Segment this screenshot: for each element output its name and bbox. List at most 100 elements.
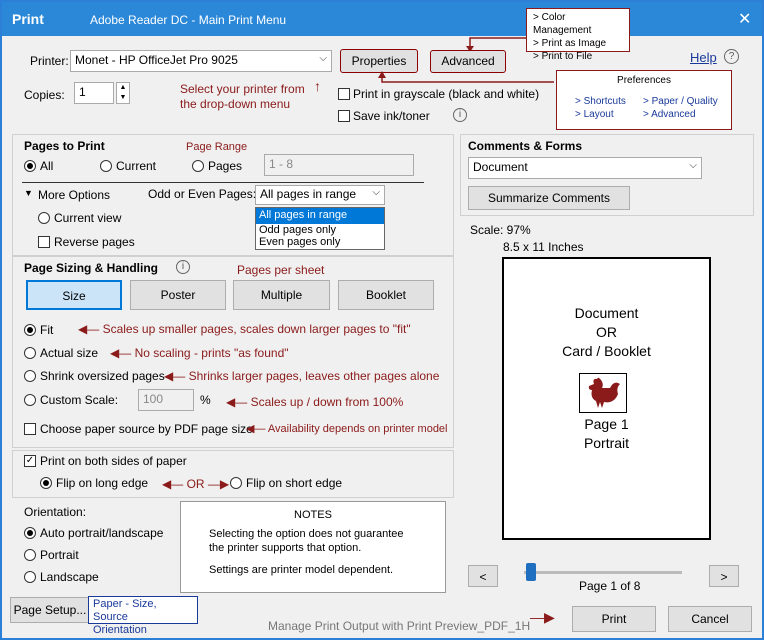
preview-text: Document	[574, 305, 639, 321]
portrait-radio[interactable]	[24, 549, 36, 561]
pages-range-radio[interactable]	[192, 160, 204, 172]
preferences-item: > Paper / Quality	[643, 96, 718, 107]
callout-line: > Color Management	[533, 12, 592, 36]
summarize-comments-button[interactable]: Summarize Comments	[468, 186, 630, 210]
size-button[interactable]: Size	[26, 280, 122, 310]
short-edge-radio[interactable]	[230, 477, 242, 489]
page-setup-button[interactable]: Page Setup...	[10, 597, 90, 623]
pages-range-label: Pages	[208, 159, 243, 173]
close-icon[interactable]: ✕	[738, 9, 751, 29]
paper-source-annotation: ◀— Availability depends on printer model	[246, 423, 448, 435]
annotation-text: Availability depends on printer model	[267, 423, 448, 435]
save-ink-checkbox[interactable]	[338, 110, 350, 122]
paper-source-checkbox[interactable]	[24, 423, 36, 435]
multiple-button[interactable]: Multiple	[233, 280, 330, 310]
annotation-text: Shrinks larger pages, leaves other pages…	[188, 369, 440, 383]
preview-text: Portrait	[583, 435, 630, 451]
fit-annotation: ◀— Scales up smaller pages, scales down …	[78, 322, 411, 336]
reverse-pages-checkbox[interactable]	[38, 236, 50, 248]
shrink-label: Shrink oversized pages	[40, 369, 165, 383]
cancel-button[interactable]: Cancel	[668, 606, 752, 632]
pages-all-radio[interactable]	[24, 160, 36, 172]
percent-label: %	[200, 393, 211, 407]
both-sides-checkbox[interactable]: ✓	[24, 455, 36, 467]
odd-even-select[interactable]: All pages in range ⌵	[255, 185, 385, 205]
previous-page-button[interactable]: <	[468, 565, 498, 587]
shrink-radio[interactable]	[24, 370, 36, 382]
chevron-down-icon: ⌵	[319, 53, 327, 64]
copies-label: Copies:	[24, 88, 65, 102]
landscape-radio[interactable]	[24, 571, 36, 583]
odd-even-option[interactable]: Odd pages only	[256, 224, 384, 236]
window-title: Print	[12, 11, 44, 27]
odd-even-option[interactable]: All pages in range	[256, 208, 384, 224]
pages-current-label: Current	[116, 159, 157, 173]
actual-size-annotation: ◀— No scaling - prints "as found"	[110, 346, 289, 360]
callout-line: Orientation	[93, 624, 147, 636]
copies-stepper[interactable]: ▲ ▼	[116, 82, 130, 104]
notes-line: the printer supports that option.	[209, 542, 362, 554]
pages-all-label: All	[40, 159, 54, 173]
chevron-down-icon[interactable]: ▼	[24, 188, 33, 198]
page-sizing-title: Page Sizing & Handling	[24, 261, 159, 275]
help-link[interactable]: Help	[690, 50, 717, 65]
odd-even-value: All pages in range	[260, 187, 357, 201]
odd-even-label: Odd or Even Pages:	[148, 187, 257, 201]
scale-label: Scale: 97%	[470, 223, 531, 237]
arrow-right-icon: —▶	[530, 609, 555, 625]
page-range-annotation: Page Range	[186, 141, 248, 153]
odd-even-option[interactable]: Even pages only	[256, 236, 384, 248]
booklet-button[interactable]: Booklet	[338, 280, 434, 310]
chevron-down-icon: ⌵	[372, 187, 380, 198]
annotation-text: Scales up / down from 100%	[250, 395, 404, 409]
info-icon[interactable]: i	[176, 260, 190, 274]
callout-line: > Print to File	[533, 51, 593, 62]
divider	[22, 182, 424, 183]
callout-line: Paper - Size, Source	[93, 598, 157, 623]
next-page-button[interactable]: >	[709, 565, 739, 587]
print-preview-page: Document OR Card / Booklet Page 1 Portra…	[502, 257, 711, 540]
fit-radio[interactable]	[24, 324, 36, 336]
long-edge-radio[interactable]	[40, 477, 52, 489]
comments-select-value: Document	[473, 160, 528, 174]
notes-line: Settings are printer model dependent.	[209, 564, 394, 576]
grayscale-checkbox[interactable]	[338, 88, 350, 100]
help-icon[interactable]: ?	[724, 49, 739, 64]
printer-label: Printer:	[30, 54, 69, 68]
notes-title: NOTES	[294, 509, 332, 521]
custom-scale-radio[interactable]	[24, 394, 36, 406]
custom-scale-label: Custom Scale:	[40, 393, 119, 407]
actual-size-radio[interactable]	[24, 347, 36, 359]
orientation-title: Orientation:	[24, 505, 87, 519]
printer-select[interactable]: Monet - HP OfficeJet Pro 9025 ⌵	[70, 50, 332, 72]
select-printer-annotation: Select your printer from the drop-down m…	[180, 82, 305, 112]
notes-line: Selecting the option does not guarantee	[209, 528, 404, 540]
more-options-label[interactable]: More Options	[38, 188, 110, 202]
current-view-radio[interactable]	[38, 212, 50, 224]
callout-line: > Print as Image	[533, 38, 607, 49]
preferences-callout: Preferences > Shortcuts > Layout > Paper…	[556, 70, 732, 130]
save-ink-label: Save ink/toner	[353, 109, 430, 123]
odd-even-dropdown: All pages in range Odd pages only Even p…	[255, 207, 385, 250]
comments-select[interactable]: Document ⌵	[468, 157, 702, 179]
annotation-line: Select your printer from	[180, 82, 305, 96]
printer-select-value: Monet - HP OfficeJet Pro 9025	[75, 53, 238, 67]
poster-button[interactable]: Poster	[130, 280, 226, 310]
pages-to-print-title: Pages to Print	[24, 139, 105, 153]
pages-current-radio[interactable]	[100, 160, 112, 172]
comments-forms-title: Comments & Forms	[468, 139, 583, 153]
custom-scale-input[interactable]: 100	[138, 389, 194, 411]
info-icon[interactable]: i	[453, 108, 467, 122]
fit-label: Fit	[40, 323, 54, 337]
copies-input[interactable]: 1	[74, 82, 114, 104]
page-slider-track[interactable]	[524, 571, 682, 574]
landscape-label: Landscape	[40, 570, 99, 584]
page-range-input[interactable]: 1 - 8	[264, 154, 414, 176]
page-slider-thumb[interactable]	[526, 563, 536, 581]
page-setup-callout: Paper - Size, Source Orientation	[88, 596, 198, 636]
preferences-item: > Layout	[575, 109, 614, 120]
auto-orientation-radio[interactable]	[24, 527, 36, 539]
rooster-icon	[588, 377, 620, 408]
print-button[interactable]: Print	[572, 606, 656, 632]
title-bar: Print Adobe Reader DC - Main Print Menu …	[2, 2, 762, 36]
